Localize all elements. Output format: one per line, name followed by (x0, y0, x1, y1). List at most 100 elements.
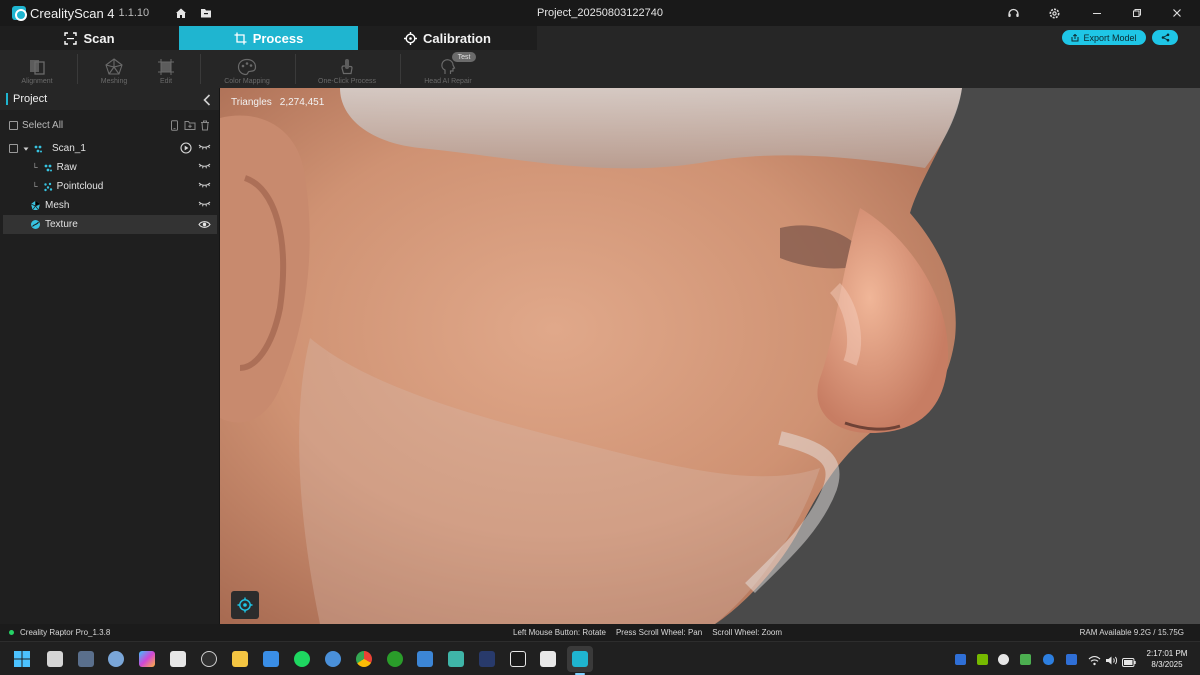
tool-label: Meshing (100, 78, 128, 85)
clock-time: 2:17:01 PM (1146, 649, 1188, 658)
edit-tool[interactable]: Edit (146, 50, 186, 88)
volume-icon[interactable] (1105, 653, 1118, 671)
home-icon[interactable] (173, 5, 189, 21)
tree-item-label: Scan_1 (52, 143, 86, 154)
app-icon[interactable] (510, 651, 526, 667)
xbox-icon[interactable] (387, 651, 403, 667)
eye-closed-icon[interactable] (198, 181, 211, 192)
tab-scan[interactable]: Scan (0, 26, 179, 50)
tree-item-raw[interactable]: └ Raw (3, 158, 217, 177)
reset-view-button[interactable] (231, 591, 259, 619)
settings-gear-icon[interactable] (1046, 5, 1062, 21)
tree-item-pointcloud[interactable]: └ Pointcloud (3, 177, 217, 196)
app-tray-icon[interactable] (1020, 654, 1031, 665)
tree-item-checkbox[interactable] (9, 144, 18, 153)
copilot-icon[interactable] (139, 651, 155, 667)
triangle-count: Triangles 2,274,451 (231, 97, 324, 108)
document-title: Project_20250803122740 (536, 7, 663, 19)
spotify-icon[interactable] (294, 651, 310, 667)
add-folder-icon[interactable] (184, 118, 196, 136)
meshing-icon (105, 58, 123, 75)
tree-item-mesh[interactable]: Mesh (3, 196, 217, 215)
app-name: CrealityScan 4 (30, 5, 115, 21)
select-all-checkbox[interactable] (9, 120, 18, 130)
tool-label: Color Mapping (224, 78, 270, 85)
chevron-left-icon[interactable] (203, 93, 211, 111)
texture-icon (31, 220, 40, 229)
triangle-count-value: 2,274,451 (279, 97, 325, 108)
app-icon[interactable] (540, 651, 556, 667)
wifi-icon[interactable] (1088, 653, 1101, 671)
tree-item-scan-1[interactable]: Scan_1 (3, 139, 217, 158)
close-button[interactable] (1157, 0, 1197, 26)
people-icon[interactable] (417, 651, 433, 667)
eye-closed-icon[interactable] (198, 143, 211, 154)
tree-item-label: Raw (56, 162, 77, 173)
triangle-count-label: Triangles (231, 97, 272, 108)
pointcloud-icon (43, 182, 52, 191)
store-icon[interactable] (170, 651, 186, 667)
toolbar-divider (77, 54, 78, 84)
engine-status-indicator (9, 630, 14, 635)
clock-date: 8/3/2025 (1151, 660, 1183, 669)
app-icon[interactable] (448, 651, 464, 667)
tool-label: One-Click Process (318, 78, 376, 85)
file-explorer-icon[interactable] (232, 651, 248, 667)
onedrive-tray-icon[interactable] (998, 654, 1009, 665)
minimize-button[interactable] (1077, 0, 1117, 26)
tree-branch-icon: └ (32, 182, 38, 191)
chrome-icon[interactable] (356, 651, 372, 667)
restore-button[interactable] (1117, 0, 1157, 26)
expand-caret-icon[interactable] (23, 146, 29, 152)
play-icon[interactable] (180, 142, 192, 157)
tree-branch-icon: └ (32, 163, 38, 172)
system-clock[interactable]: 2:17:01 PM 8/3/2025 (1140, 648, 1194, 670)
alignment-tool[interactable]: Alignment (12, 50, 62, 88)
notepad-icon[interactable] (263, 651, 279, 667)
toolbar-divider (400, 54, 401, 84)
bluetooth-tray-icon[interactable] (1043, 654, 1054, 665)
eye-open-icon[interactable] (198, 220, 211, 232)
app-icon[interactable] (479, 651, 495, 667)
task-view-icon[interactable] (47, 651, 63, 667)
nvidia-tray-icon[interactable] (977, 654, 988, 665)
eye-closed-icon[interactable] (198, 162, 211, 173)
battery-icon[interactable] (1122, 654, 1136, 672)
export-model-label: Export Model (1083, 32, 1137, 43)
qbittorrent-icon[interactable] (325, 651, 341, 667)
defender-tray-icon[interactable] (1066, 654, 1077, 665)
device-icon[interactable] (170, 118, 179, 136)
scanned-head-model (220, 88, 962, 624)
main-tab-bar: Scan Process Calibration (0, 26, 537, 50)
color-mapping-tool[interactable]: Color Mapping (218, 50, 276, 88)
share-button[interactable] (1152, 30, 1178, 45)
shield-tray-icon[interactable] (955, 654, 966, 665)
tree-item-label: Pointcloud (56, 181, 104, 192)
windows-start-icon[interactable] (13, 650, 31, 673)
tab-calibration[interactable]: Calibration (358, 26, 537, 50)
folder-icon[interactable] (198, 5, 214, 21)
tab-label: Process (252, 30, 304, 46)
tab-process[interactable]: Process (179, 26, 358, 50)
toolbar-divider (295, 54, 296, 84)
scan-point-icon (44, 164, 52, 171)
crealityscan-taskbar-icon[interactable] (572, 651, 588, 667)
hint-pan: Press Scroll Wheel: Pan (615, 628, 703, 637)
eye-closed-icon[interactable] (198, 200, 211, 211)
windows-taskbar: 2:17:01 PM 8/3/2025 (0, 641, 1200, 675)
meshing-tool[interactable]: Meshing (92, 50, 136, 88)
one-click-process-tool[interactable]: One-Click Process (314, 50, 380, 88)
hint-rotate: Left Mouse Button: Rotate (513, 628, 606, 637)
tree-item-texture[interactable]: Texture (3, 215, 217, 234)
export-model-button[interactable]: Export Model (1062, 30, 1146, 45)
speedometer-icon[interactable] (201, 651, 217, 667)
3d-viewport[interactable]: Triangles 2,274,451 (220, 88, 1200, 624)
calculator-icon[interactable] (78, 651, 94, 667)
settings-app-icon[interactable] (108, 651, 124, 667)
scan-frame-icon (64, 31, 78, 45)
title-bar: CrealityScan 4 1.1.10 Project_2025080312… (0, 0, 1200, 26)
process-toolbar: Alignment Meshing Edit Color Mapping One… (0, 50, 1200, 88)
trash-icon[interactable] (200, 118, 210, 136)
alignment-icon (30, 60, 45, 75)
support-headset-icon[interactable] (1005, 5, 1021, 21)
